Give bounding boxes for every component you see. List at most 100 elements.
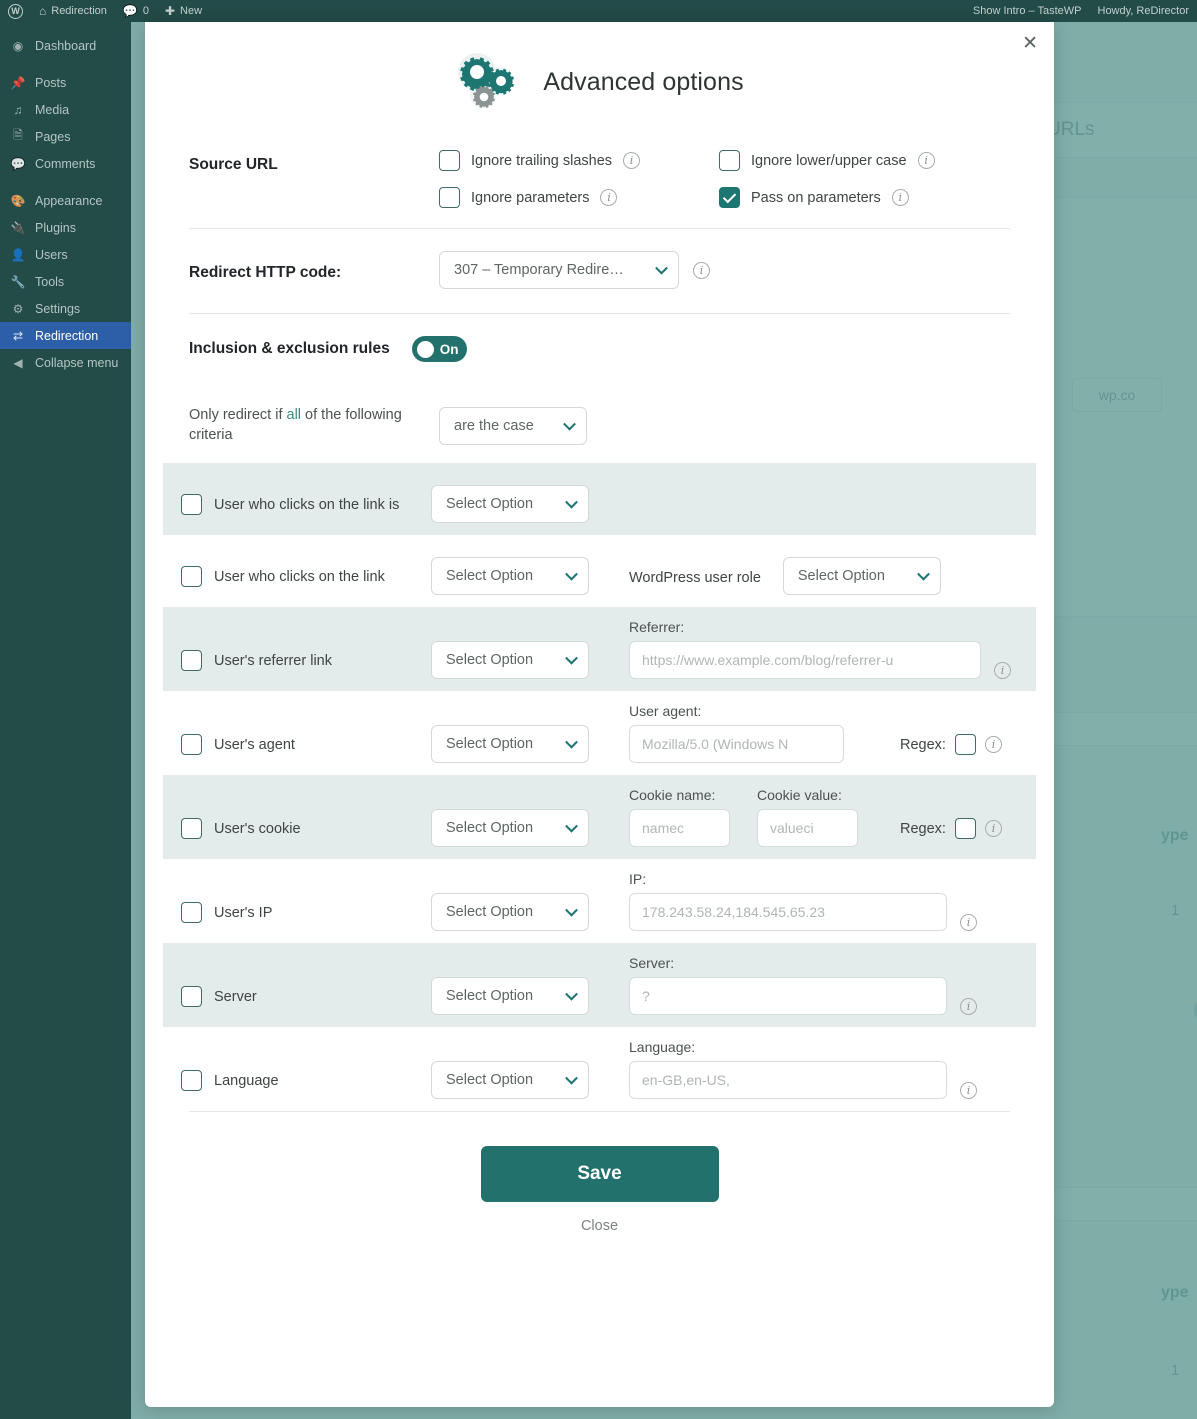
checkbox-pass-on-parameters[interactable]: Pass on parameters i (719, 187, 1010, 208)
criteria-highlight[interactable]: all (287, 407, 302, 423)
info-icon[interactable]: i (994, 662, 1011, 680)
sidebar-item-comments[interactable]: 💬 Comments (0, 150, 131, 177)
sidebar-item-dashboard[interactable]: ◉ Dashboard (0, 32, 131, 59)
sidebar-item-label: Media (35, 102, 70, 117)
info-icon[interactable]: i (623, 152, 641, 169)
language-placeholder: en-GB,en-US, (642, 1072, 730, 1089)
admin-bar-comments[interactable]: 💬 0 (115, 0, 157, 22)
rule-operator-select[interactable]: Select Option (431, 809, 589, 848)
rule-checkbox[interactable] (181, 494, 202, 516)
cookie-name-input[interactable]: namec (629, 809, 730, 848)
dashboard-icon: ◉ (12, 38, 24, 53)
sidebar-item-collapse-menu[interactable]: ◀ Collapse menu (0, 349, 131, 376)
sidebar-item-users[interactable]: 👤 Users (0, 241, 131, 268)
sidebar-item-redirection[interactable]: ⇄ Redirection (0, 322, 131, 349)
user-icon: 👤 (10, 247, 26, 262)
info-icon[interactable]: i (960, 914, 977, 932)
sidebar-item-settings[interactable]: ⚙ Settings (0, 295, 131, 322)
info-icon[interactable]: i (600, 189, 618, 206)
rule-operator-select[interactable]: Select Option (431, 485, 589, 524)
info-icon[interactable]: i (891, 189, 909, 206)
admin-bar-show-intro[interactable]: Show Intro – TasteWP (965, 0, 1090, 22)
inclusion-rules-label: Inclusion & exclusion rules (189, 340, 390, 357)
rule-checkbox[interactable] (181, 650, 202, 672)
info-icon[interactable]: i (917, 152, 935, 169)
info-icon[interactable]: i (960, 1082, 977, 1100)
wordpress-user-role-select[interactable]: Select Option (782, 557, 941, 596)
admin-bar-new[interactable]: ✚ New (157, 0, 210, 22)
checkbox-box[interactable] (439, 187, 460, 208)
referrer-caption: Referrer: (629, 619, 685, 636)
cookie-value-input[interactable]: valueci (757, 809, 858, 848)
sidebar-item-plugins[interactable]: 🔌 Plugins (0, 214, 131, 241)
rule-row-language: Language Select Option Language: en-GB,e… (163, 1027, 1036, 1111)
criteria-match-select[interactable]: are the case (439, 406, 587, 445)
info-icon[interactable]: i (693, 261, 710, 279)
regex-checkbox[interactable] (954, 734, 976, 756)
modal-close-icon[interactable]: ✕ (1022, 34, 1038, 53)
cookie-value-caption: Cookie value: (757, 787, 842, 804)
admin-bar-site-name[interactable]: ⌂ Redirection (31, 0, 115, 22)
sidebar-item-label: Comments (35, 156, 96, 171)
regex-checkbox[interactable] (954, 818, 976, 840)
close-link[interactable]: Close (581, 1218, 618, 1234)
rule-operator-select[interactable]: Select Option (431, 641, 589, 680)
rule-checkbox[interactable] (181, 902, 202, 924)
rule-operator-select[interactable]: Select Option (431, 1061, 589, 1100)
rule-checkbox[interactable] (181, 566, 202, 588)
chevron-down-icon (565, 567, 578, 581)
user-agent-input[interactable]: Mozilla/5.0 (Windows N (629, 725, 844, 764)
toggle-knob (416, 340, 434, 358)
checkbox-box[interactable] (439, 150, 460, 171)
info-icon[interactable]: i (960, 998, 977, 1016)
pages-icon: 🗎 (13, 128, 23, 142)
advanced-options-modal: ✕ Advanced options Source URL Ignore tra… (145, 22, 1054, 1407)
inclusion-rules-toggle[interactable]: On (411, 336, 467, 362)
chevron-down-icon (565, 735, 578, 749)
rule-operator-select[interactable]: Select Option (431, 893, 589, 932)
checkbox-box[interactable] (719, 150, 740, 171)
sidebar-item-appearance[interactable]: 🎨 Appearance (0, 187, 131, 214)
rule-label: User's agent (214, 736, 295, 753)
rule-checkbox[interactable] (181, 1070, 202, 1092)
sidebar-item-tools[interactable]: 🔧 Tools (0, 268, 131, 295)
info-icon[interactable]: i (984, 820, 1002, 838)
cookie-value-placeholder: valueci (770, 820, 814, 837)
language-input[interactable]: en-GB,en-US, (629, 1061, 947, 1100)
rule-operator-select[interactable]: Select Option (431, 557, 589, 596)
checkbox-box[interactable] (719, 187, 740, 208)
info-icon[interactable]: i (984, 736, 1002, 754)
checkbox-ignore-trailing-slashes[interactable]: Ignore trailing slashes i (439, 150, 719, 171)
sidebar-item-label: Collapse menu (35, 355, 119, 370)
sidebar-item-label: Posts (35, 75, 67, 90)
modal-header: Advanced options (145, 22, 1054, 138)
sidebar-item-label: Plugins (35, 220, 76, 235)
rule-operator-select[interactable]: Select Option (431, 977, 589, 1016)
sidebar-item-media[interactable]: ♫ Media (0, 96, 131, 123)
save-button[interactable]: Save (480, 1146, 719, 1203)
checkbox-ignore-parameters[interactable]: Ignore parameters i (439, 187, 719, 208)
rule-row-users-agent: User's agent Select Option User agent: M… (163, 691, 1036, 775)
sidebar-item-posts[interactable]: 📌 Posts (0, 69, 131, 96)
sidebar-item-pages[interactable]: 🗎 Pages (0, 123, 131, 150)
rule-checkbox[interactable] (181, 734, 202, 756)
wordpress-user-role-value: Select Option (797, 568, 885, 585)
rule-row-user-who-clicks-is: User who clicks on the link is Select Op… (163, 463, 1036, 536)
plus-icon: ✚ (164, 4, 176, 18)
rule-operator-value: Select Option (446, 904, 534, 921)
rule-checkbox[interactable] (181, 818, 202, 840)
http-code-select[interactable]: 307 – Temporary Redire… (439, 251, 679, 289)
checkbox-ignore-lower-upper-case[interactable]: Ignore lower/upper case i (719, 150, 1010, 171)
regex-label: Regex: (900, 736, 946, 753)
referrer-input[interactable]: https://www.example.com/blog/referrer-u (629, 641, 981, 680)
server-input[interactable]: ? (629, 977, 947, 1016)
admin-bar-howdy[interactable]: Howdy, ReDirector (1090, 0, 1197, 22)
rule-label: Server (214, 988, 257, 1005)
admin-bar-wp-logo[interactable] (0, 0, 31, 22)
chevron-down-icon (565, 651, 578, 665)
ip-input[interactable]: 178.243.58.24,184.545.65.23 (629, 893, 947, 932)
rule-row-users-ip: User's IP Select Option IP: 178.243.58.2… (163, 859, 1036, 943)
rule-checkbox[interactable] (181, 986, 202, 1008)
rules-list: User who clicks on the link is Select Op… (145, 463, 1054, 1111)
rule-operator-select[interactable]: Select Option (431, 725, 589, 764)
